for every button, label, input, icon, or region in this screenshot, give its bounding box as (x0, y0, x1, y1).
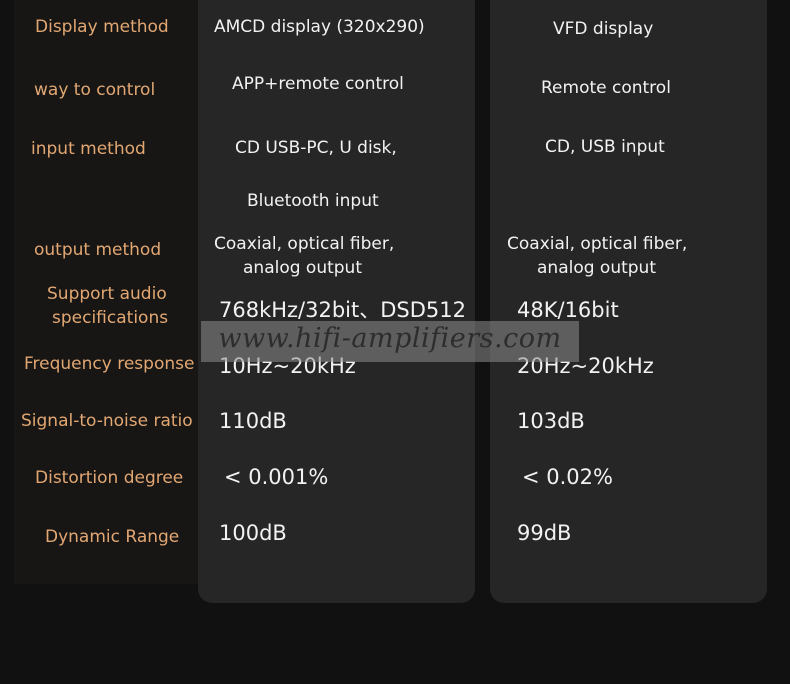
watermark-text: www.hifi-amplifiers.com (218, 323, 562, 354)
b-audio-spec: 48K/16bit (517, 298, 619, 322)
b-dynamic-range: 99dB (517, 521, 572, 545)
label-dynamic-range: Dynamic Range (45, 527, 180, 547)
a-way-to-control: APP+remote control (232, 74, 404, 94)
label-input-method: input method (31, 139, 146, 159)
label-snr: Signal-to-noise ratio (21, 411, 193, 431)
a-input-method: CD USB-PC, U disk, (235, 138, 397, 158)
b-distortion: < 0.02% (522, 465, 613, 489)
a-display-method: AMCD display (320x290) (214, 17, 425, 37)
label-frequency-response: Frequency response (24, 354, 195, 374)
label-distortion: Distortion degree (35, 468, 184, 488)
label-output-method: output method (34, 240, 162, 260)
a-snr: 110dB (219, 409, 287, 433)
label-specifications: specifications (52, 308, 169, 328)
b-snr: 103dB (517, 409, 585, 433)
a-output-method-line2: analog output (243, 258, 362, 278)
b-output-method-line2: analog output (537, 258, 656, 278)
label-support-audio: Support audio (47, 284, 167, 304)
b-output-method: Coaxial, optical fiber, (507, 234, 688, 254)
a-input-method-line2: Bluetooth input (247, 191, 379, 211)
a-audio-spec: 768kHz/32bit、DSD512 (219, 298, 467, 322)
a-dynamic-range: 100dB (219, 521, 287, 545)
a-output-method: Coaxial, optical fiber, (214, 234, 395, 254)
label-display-method: Display method (35, 17, 169, 37)
b-display-method: VFD display (553, 19, 654, 39)
b-way-to-control: Remote control (541, 78, 671, 98)
label-way-to-control: way to control (34, 80, 156, 100)
watermark-band: www.hifi-amplifiers.com (201, 321, 579, 362)
a-distortion: < 0.001% (224, 465, 329, 489)
b-input-method: CD, USB input (545, 137, 665, 157)
